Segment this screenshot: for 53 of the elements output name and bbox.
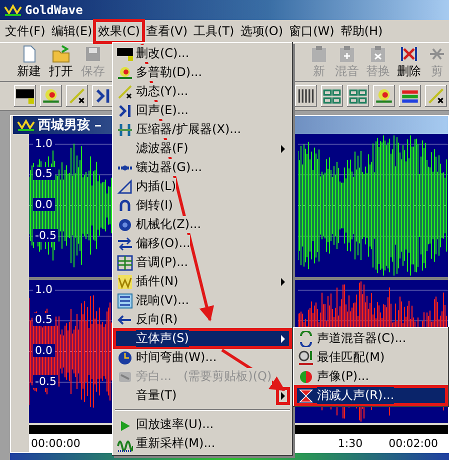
clipboard-icon bbox=[338, 44, 356, 62]
gear-icon bbox=[117, 216, 133, 232]
menu-item[interactable]: 时间弯曲(W)... bbox=[114, 348, 291, 367]
w-icon bbox=[117, 274, 133, 290]
bracket-arrow-icon bbox=[117, 102, 133, 118]
time-label: 00:00:00 bbox=[31, 436, 80, 450]
menu-item[interactable]: 窗口(W) bbox=[286, 20, 338, 42]
grid-icon bbox=[117, 254, 133, 270]
menu-item[interactable]: 编辑(E) bbox=[48, 20, 96, 42]
time-label: 00:02:00 bbox=[388, 436, 438, 450]
grid-icon[interactable] bbox=[347, 85, 369, 107]
menu-item[interactable]: 立体声(S) bbox=[114, 329, 291, 348]
toolbar-button[interactable]: 打开 bbox=[46, 44, 76, 80]
waveform-logo-icon bbox=[4, 3, 22, 17]
x-mark-icon bbox=[400, 44, 418, 62]
menu-item[interactable]: 文件(F) bbox=[2, 20, 48, 42]
clipboard-icon bbox=[369, 44, 387, 62]
axis-label: 1.0 bbox=[33, 282, 54, 296]
toolbar-button[interactable]: 新建 bbox=[14, 44, 44, 80]
axis-label: -0.5 bbox=[33, 374, 58, 388]
window-title: GoldWave bbox=[25, 3, 83, 17]
diagonal-line-icon[interactable] bbox=[66, 85, 88, 107]
axis-label: 0.0 bbox=[33, 344, 54, 358]
bar-icon[interactable] bbox=[14, 85, 36, 107]
clock-icon bbox=[117, 350, 133, 366]
document-title: 西城男孩 bbox=[38, 116, 90, 134]
bracket-arrow-icon[interactable] bbox=[92, 85, 114, 107]
clipboard-icon bbox=[310, 44, 328, 62]
colorful-circle-icon bbox=[117, 64, 133, 80]
diagonal-line-icon[interactable] bbox=[425, 85, 447, 107]
triangle-icon bbox=[117, 178, 133, 194]
axis-label: 1.0 bbox=[33, 136, 54, 150]
rainbow-icon[interactable] bbox=[399, 85, 421, 107]
diagonal-line-icon bbox=[117, 84, 133, 100]
axis-label: 0.0 bbox=[33, 198, 54, 212]
folder-icon bbox=[52, 44, 70, 62]
pie-icon bbox=[298, 368, 314, 384]
bar-icon bbox=[117, 46, 133, 62]
menu-item[interactable]: 效果(C) bbox=[95, 20, 143, 42]
menu-item[interactable]: 反向(R) bbox=[114, 310, 291, 329]
axis-label: -0.5 bbox=[33, 228, 58, 242]
menu-item[interactable]: 消减人声(R)... bbox=[295, 386, 447, 405]
axis-label: 0.5 bbox=[33, 167, 54, 180]
axis-label: 0.5 bbox=[33, 313, 54, 326]
menu-item[interactable]: 选项(O) bbox=[237, 20, 286, 42]
menu-item[interactable]: 工具(T) bbox=[190, 20, 238, 42]
toolbar-button[interactable]: 删除 bbox=[394, 44, 424, 80]
grid-icon[interactable] bbox=[321, 85, 343, 107]
menu-item[interactable]: 帮助(H) bbox=[337, 20, 386, 42]
bars-icon[interactable] bbox=[295, 85, 317, 107]
menu-item[interactable]: 查看(V) bbox=[142, 20, 191, 42]
waveform-logo-icon bbox=[17, 118, 35, 132]
time-label: 1:30 bbox=[338, 436, 363, 450]
